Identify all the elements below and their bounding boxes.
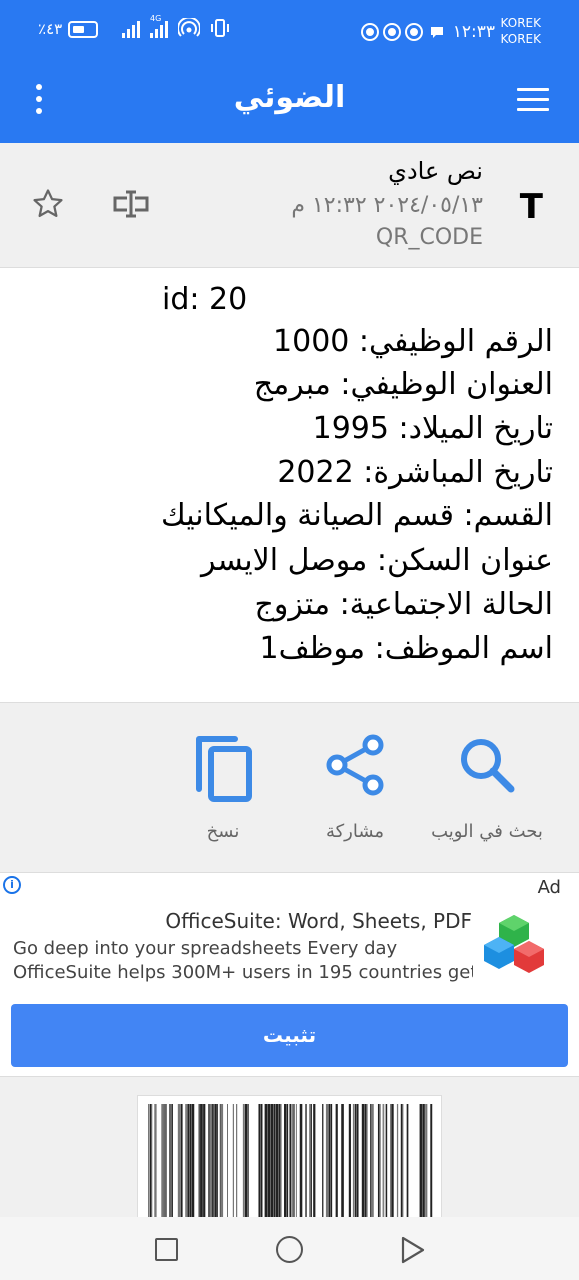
app-bar: الضوئي (0, 64, 579, 143)
system-nav-bar (0, 1217, 579, 1280)
record-format: QR_CODE (375, 225, 483, 250)
text-type-icon: T (519, 187, 543, 227)
barcode-image (148, 1104, 433, 1217)
ad-description: Go deep into your spreadsheets Every day… (13, 937, 473, 985)
officesuite-logo-icon (484, 915, 544, 973)
star-icon[interactable] (30, 187, 66, 221)
hamburger-icon[interactable] (517, 88, 549, 112)
share-button[interactable]: مشاركة (290, 733, 420, 842)
content-line-id: id: 20 (162, 282, 248, 317)
share-label: مشاركة (325, 821, 385, 842)
share-icon (326, 734, 384, 796)
back-icon[interactable] (400, 1236, 426, 1264)
content-line: العنوان الوظيفي: مبرمج (253, 367, 553, 402)
vibrate-icon (211, 19, 229, 37)
battery-percent: ٪٤٣ (38, 20, 63, 38)
battery-icon (68, 20, 99, 38)
app-title: الضوئي (233, 80, 346, 115)
content-line: تاريخ الميلاد: 1995 (312, 411, 553, 446)
clock: ١٢:٣٣ (452, 22, 495, 42)
search-web-label: بحث في الويب (431, 821, 543, 842)
content-line: الرقم الوظيفي: 1000 (273, 324, 553, 359)
action-bar: بحث في الويب مشاركة نسخ (0, 702, 579, 872)
battery-indicator: ٪٤٣ (38, 20, 99, 38)
carrier-2: KOREK (500, 32, 541, 46)
search-icon (461, 739, 515, 793)
content-line: عنوان السكن: موصل الايسر (200, 543, 553, 578)
signal-indicators: 4G (122, 14, 230, 38)
ad-description-line: Go deep into your spreadsheets Every day (13, 938, 398, 959)
signal-bars-4g-icon: 4G (150, 14, 168, 38)
barcode-card[interactable] (137, 1095, 442, 1217)
barcode-preview-area (0, 1076, 579, 1217)
home-icon[interactable] (276, 1236, 303, 1263)
signal-bars-icon (122, 20, 140, 38)
search-web-button[interactable]: بحث في الويب (422, 733, 552, 842)
scan-content: id: 20 الرقم الوظيفي: 1000 العنوان الوظي… (0, 268, 579, 702)
status-bar: ٪٤٣ 4G ١٢:٣٣ KOREK KOREK (0, 0, 579, 64)
install-button[interactable]: تثبيت (11, 1004, 568, 1067)
content-line: تاريخ المباشرة: 2022 (277, 455, 553, 490)
chrome-icon (406, 25, 421, 39)
hotspot-icon (178, 18, 200, 37)
ad-title[interactable]: OfficeSuite: Word, Sheets, PDF (165, 909, 472, 933)
content-line: اسم الموظف: موظف1 (259, 631, 553, 666)
message-icon (430, 27, 443, 38)
record-datetime: ٢٠٢٤/٠٥/١٣ ١٢:٣٢ م (291, 193, 483, 218)
record-type-label: نص عادي (388, 157, 483, 185)
carrier-names: KOREK KOREK (501, 15, 541, 47)
ad-banner[interactable]: i Ad OfficeSuite: Word, Sheets, PDF Go d… (0, 872, 579, 1076)
notification-icons: ١٢:٣٣ (362, 22, 495, 42)
chrome-icon (384, 25, 399, 39)
content-line: الحالة الاجتماعية: متزوج (254, 587, 553, 622)
chrome-icon (362, 25, 377, 39)
rename-icon[interactable] (112, 189, 150, 219)
network-type: 4G (150, 14, 162, 23)
ad-info-icon[interactable]: i (3, 876, 21, 894)
ad-tag: Ad (537, 877, 561, 898)
content-line: القسم: قسم الصيانة والميكانيك (160, 498, 553, 533)
carrier-1: KOREK (500, 16, 541, 30)
copy-label: نسخ (206, 821, 240, 842)
copy-button[interactable]: نسخ (158, 733, 288, 842)
record-header: T نص عادي ٢٠٢٤/٠٥/١٣ ١٢:٣٢ م QR_CODE (0, 143, 579, 268)
recents-icon[interactable] (155, 1238, 178, 1261)
copy-icon (196, 736, 252, 802)
ad-description-line: OfficeSuite helps 300M+ users in 195 cou… (13, 962, 473, 983)
